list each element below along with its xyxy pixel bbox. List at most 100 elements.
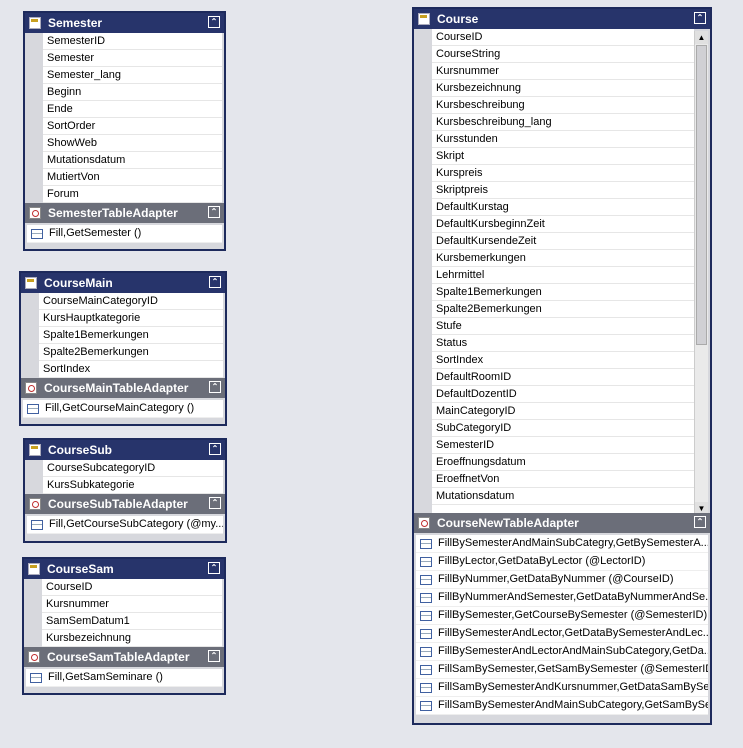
query-method[interactable]: Fill,GetCourseSubCategory (@my... — [27, 516, 223, 534]
query-method[interactable]: FillByNummer,GetDataByNummer (@CourseID) — [416, 571, 708, 589]
course-header[interactable]: Course ⌃ — [414, 9, 710, 29]
coursesam-header[interactable]: CourseSam ⌃ — [24, 559, 224, 579]
coursesam-table[interactable]: CourseSam ⌃ CourseID Kursnummer SamSemDatum1… — [22, 557, 226, 695]
scrollbar-thumb[interactable] — [696, 45, 707, 345]
semester-adapter-header[interactable]: SemesterTableAdapter ⌃ — [25, 203, 224, 223]
query-method[interactable]: Fill,GetCourseMainCategory () — [23, 400, 223, 418]
field-row[interactable]: MainCategoryID — [432, 403, 694, 420]
field-row[interactable]: Spalte1Bemerkungen — [432, 284, 694, 301]
field-row[interactable]: EroeffnetVon — [432, 471, 694, 488]
query-method[interactable]: FillSamBySemesterAndKursnummer,GetDataSa… — [416, 679, 708, 697]
field-row[interactable]: SubCategoryID — [432, 420, 694, 437]
field-row[interactable]: Lehrmittel — [432, 267, 694, 284]
coursesub-title: CourseSub — [48, 443, 113, 457]
field-name: MainCategoryID — [436, 405, 516, 417]
field-row[interactable]: DefaultRoomID — [432, 369, 694, 386]
field-row[interactable]: SemesterID — [43, 33, 222, 50]
semester-header[interactable]: Semester ⌃ — [25, 13, 224, 33]
field-row[interactable]: CourseSubcategoryID — [43, 460, 223, 477]
field-row[interactable]: KursSubkategorie — [43, 477, 223, 494]
field-row[interactable]: SamSemDatum1 — [42, 613, 222, 630]
query-method[interactable]: FillSamBySemesterAndMainSubCategory,GetS… — [416, 697, 708, 715]
query-method-icon — [420, 610, 432, 621]
field-row[interactable]: Spalte2Bemerkungen — [432, 301, 694, 318]
query-method[interactable]: FillBySemesterAndLector,GetDataBySemeste… — [416, 625, 708, 643]
field-row[interactable]: SemesterID — [432, 437, 694, 454]
coursemain-title: CourseMain — [44, 276, 113, 290]
semester-table[interactable]: Semester ⌃ SemesterID Semester Semester_lang… — [23, 11, 226, 251]
field-row[interactable]: CourseMainCategoryID — [39, 293, 223, 310]
field-row[interactable]: Semester — [43, 50, 222, 67]
field-row[interactable]: Kursbeschreibung — [432, 97, 694, 114]
field-row[interactable]: DefaultKurstag — [432, 199, 694, 216]
field-row[interactable]: Kursnummer — [42, 596, 222, 613]
field-row[interactable]: SortIndex — [432, 352, 694, 369]
field-row[interactable]: DefaultKursbeginnZeit — [432, 216, 694, 233]
field-row[interactable]: DefaultKursendeZeit — [432, 233, 694, 250]
field-row[interactable]: Spalte2Bemerkungen — [39, 344, 223, 361]
field-row[interactable]: Kursbezeichnung — [432, 80, 694, 97]
query-method[interactable]: FillByLector,GetDataByLector (@LectorID) — [416, 553, 708, 571]
field-row[interactable]: Forum — [43, 186, 222, 203]
collapse-chevron-icon[interactable]: ⌃ — [208, 650, 220, 662]
field-row[interactable]: Skript — [432, 148, 694, 165]
scroll-up-icon[interactable]: ▲ — [695, 31, 708, 44]
course-table[interactable]: Course ⌃ CourseID CourseString Kursnummer Kur… — [412, 7, 712, 725]
course-adapter-header[interactable]: CourseNewTableAdapter ⌃ — [414, 513, 710, 533]
query-method[interactable]: FillSamBySemester,GetSamBySemester (@Sem… — [416, 661, 708, 679]
coursemain-adapter-header[interactable]: CourseMainTableAdapter ⌃ — [21, 378, 225, 398]
query-method[interactable]: FillBySemesterAndMainSubCategry,GetBySem… — [416, 535, 708, 553]
scrollbar[interactable]: ▲ ▼ — [694, 31, 708, 515]
field-row[interactable]: CourseID — [432, 29, 694, 46]
field-row[interactable]: MutiertVon — [43, 169, 222, 186]
field-row[interactable]: KursHauptkategorie — [39, 310, 223, 327]
collapse-chevron-icon[interactable]: ⌃ — [209, 381, 221, 393]
query-method[interactable]: FillBySemester,GetCourseBySemester (@Sem… — [416, 607, 708, 625]
field-row[interactable]: Kursstunden — [432, 131, 694, 148]
field-row[interactable]: Kursbemerkungen — [432, 250, 694, 267]
field-name: DefaultRoomID — [436, 371, 512, 383]
field-row[interactable]: Beginn — [43, 84, 222, 101]
query-method[interactable]: FillBySemesterAndLectorAndMainSubCategor… — [416, 643, 708, 661]
coursemain-table[interactable]: CourseMain ⌃ CourseMainCategoryID KursHaupt… — [19, 271, 227, 426]
coursemain-adapter-title: CourseMainTableAdapter — [44, 381, 189, 395]
query-method[interactable]: FillByNummerAndSemester,GetDataByNummerA… — [416, 589, 708, 607]
coursesub-adapter-header[interactable]: CourseSubTableAdapter ⌃ — [25, 494, 225, 514]
collapse-chevron-icon[interactable]: ⌃ — [209, 497, 221, 509]
collapse-chevron-icon[interactable]: ⌃ — [208, 16, 220, 28]
field-row[interactable]: Status — [432, 335, 694, 352]
collapse-chevron-icon[interactable]: ⌃ — [694, 12, 706, 24]
field-row[interactable]: CourseID — [42, 579, 222, 596]
field-name: Semester_lang — [47, 69, 121, 81]
field-row[interactable]: Mutationsdatum — [432, 488, 694, 505]
query-method[interactable]: Fill,GetSamSeminare () — [26, 669, 222, 687]
coursesub-header[interactable]: CourseSub ⌃ — [25, 440, 225, 460]
collapse-chevron-icon[interactable]: ⌃ — [209, 443, 221, 455]
collapse-chevron-icon[interactable]: ⌃ — [208, 206, 220, 218]
field-row[interactable]: DefaultDozentID — [432, 386, 694, 403]
field-row[interactable]: SortIndex — [39, 361, 223, 378]
coursesam-adapter-header[interactable]: CourseSamTableAdapter ⌃ — [24, 647, 224, 667]
field-row[interactable]: Ende — [43, 101, 222, 118]
field-row[interactable]: Kursbezeichnung — [42, 630, 222, 647]
field-row[interactable]: Kursbeschreibung_lang — [432, 114, 694, 131]
query-method[interactable]: Fill,GetSemester () — [27, 225, 222, 243]
coursesub-table[interactable]: CourseSub ⌃ CourseSubcategoryID KursSubkate… — [23, 438, 227, 543]
collapse-chevron-icon[interactable]: ⌃ — [694, 516, 706, 528]
field-row[interactable]: ShowWeb — [43, 135, 222, 152]
table-icon — [418, 12, 431, 26]
collapse-chevron-icon[interactable]: ⌃ — [208, 562, 220, 574]
field-row[interactable]: Spalte1Bemerkungen — [39, 327, 223, 344]
field-row[interactable]: SortOrder — [43, 118, 222, 135]
field-row[interactable]: Mutationsdatum — [43, 152, 222, 169]
field-row[interactable]: Semester_lang — [43, 67, 222, 84]
collapse-chevron-icon[interactable]: ⌃ — [209, 276, 221, 288]
field-row[interactable]: Kurspreis — [432, 165, 694, 182]
field-name: CourseSubcategoryID — [47, 462, 156, 474]
field-row[interactable]: Eroeffnungsdatum — [432, 454, 694, 471]
field-row[interactable]: Stufe — [432, 318, 694, 335]
field-row[interactable]: Skriptpreis — [432, 182, 694, 199]
coursemain-header[interactable]: CourseMain ⌃ — [21, 273, 225, 293]
field-row[interactable]: CourseString — [432, 46, 694, 63]
field-row[interactable]: Kursnummer — [432, 63, 694, 80]
